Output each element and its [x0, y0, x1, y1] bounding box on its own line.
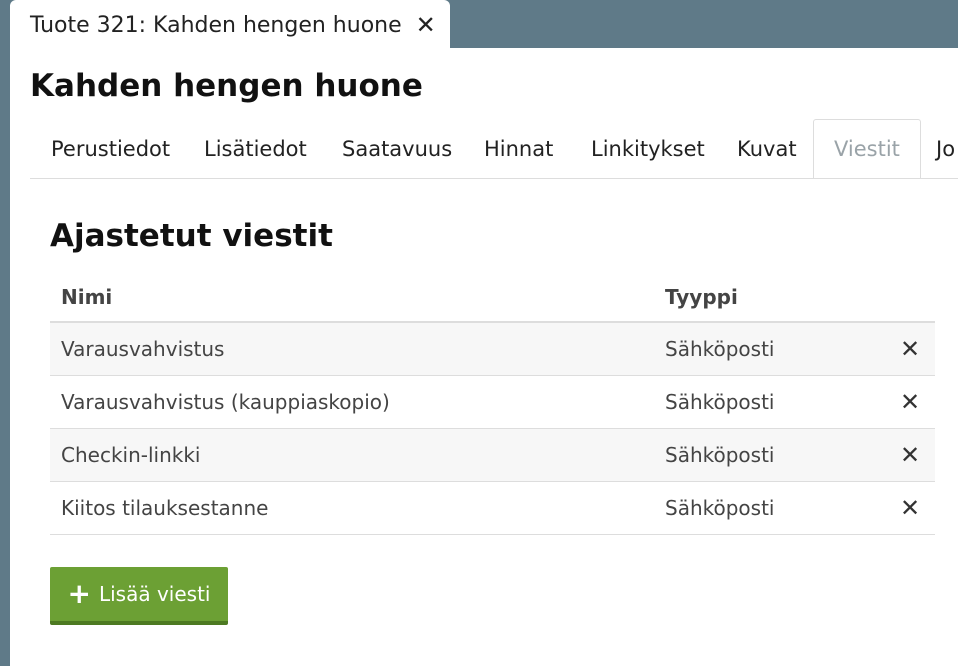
row-name[interactable]: Checkin-linkki [50, 428, 654, 482]
delete-icon[interactable]: ✕ [885, 428, 935, 482]
main-panel: Kahden hengen huone Perustiedot Lisätied… [10, 48, 958, 666]
table-row[interactable]: Kiitos tilauksestanne Sähköposti ✕ [50, 481, 935, 535]
row-name[interactable]: Varausvahvistus (kauppiaskopio) [50, 375, 654, 429]
add-message-label: Lisää viesti [98, 582, 211, 606]
row-type: Sähköposti [654, 428, 885, 482]
delete-icon[interactable]: ✕ [885, 481, 935, 535]
plus-icon: + [67, 577, 91, 610]
row-name[interactable]: Varausvahvistus [50, 322, 654, 376]
tab-jo[interactable]: Jo [936, 119, 955, 178]
column-header-actions [885, 273, 935, 323]
tab-kuvat[interactable]: Kuvat [737, 119, 797, 178]
table-header-row: Nimi Tyyppi [50, 273, 935, 323]
row-type: Sähköposti [654, 481, 885, 535]
delete-icon[interactable]: ✕ [885, 375, 935, 429]
tab-perustiedot[interactable]: Perustiedot [51, 119, 170, 178]
column-header-name: Nimi [50, 273, 654, 323]
tab-lisatiedot[interactable]: Lisätiedot [204, 119, 307, 178]
row-type: Sähköposti [654, 375, 885, 429]
tab-saatavuus[interactable]: Saatavuus [342, 119, 452, 178]
add-message-button[interactable]: + Lisää viesti [50, 567, 228, 625]
close-icon[interactable]: ✕ [416, 11, 436, 39]
tab-linkitykset[interactable]: Linkitykset [591, 119, 705, 178]
tab-viestit[interactable]: Viestit [813, 119, 921, 178]
scheduled-messages-table: Nimi Tyyppi Varausvahvistus Sähköposti ✕… [50, 273, 935, 535]
row-type: Sähköposti [654, 322, 885, 376]
table-row[interactable]: Checkin-linkki Sähköposti ✕ [50, 428, 935, 482]
window-tab[interactable]: Tuote 321: Kahden hengen huone ✕ [10, 0, 450, 50]
tab-bar: Perustiedot Lisätiedot Saatavuus Hinnat … [30, 119, 958, 179]
table-row[interactable]: Varausvahvistus Sähköposti ✕ [50, 322, 935, 376]
section-title: Ajastetut viestit [50, 218, 333, 254]
window-tab-title: Tuote 321: Kahden hengen huone [30, 12, 402, 38]
tab-hinnat[interactable]: Hinnat [484, 119, 553, 178]
column-header-type: Tyyppi [654, 273, 885, 323]
table-row[interactable]: Varausvahvistus (kauppiaskopio) Sähköpos… [50, 375, 935, 429]
row-name[interactable]: Kiitos tilauksestanne [50, 481, 654, 535]
delete-icon[interactable]: ✕ [885, 322, 935, 376]
page-title: Kahden hengen huone [30, 68, 423, 104]
